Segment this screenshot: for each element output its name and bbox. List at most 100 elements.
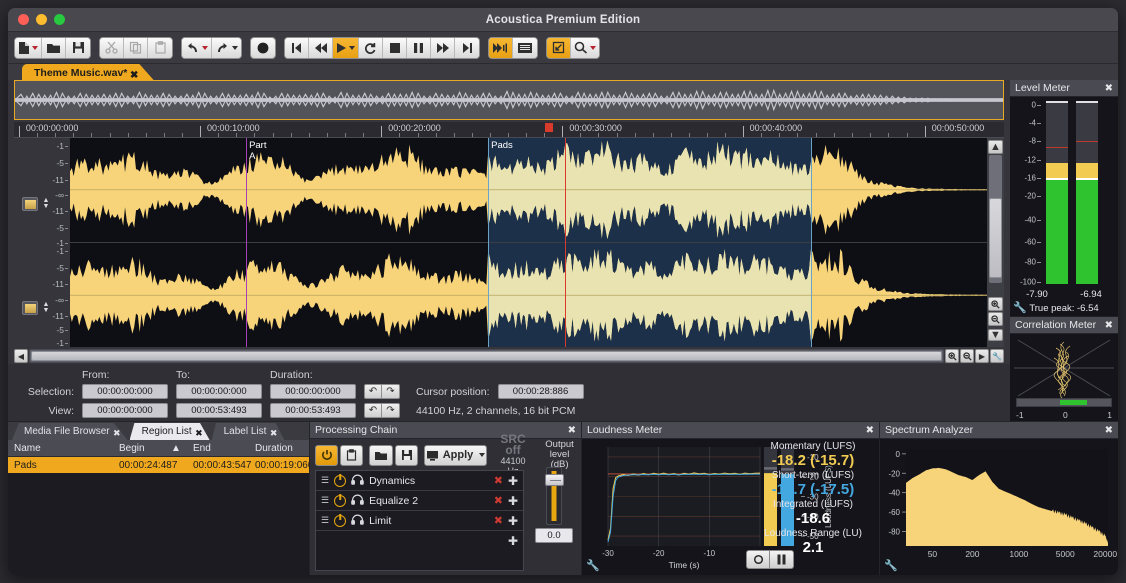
horizontal-scroll-thumb[interactable] bbox=[31, 351, 942, 361]
cursor-position-value[interactable]: 00:00:28:886 bbox=[497, 384, 584, 399]
add-effect-icon[interactable]: ✚ bbox=[508, 494, 518, 508]
tab-label-list[interactable]: Label List ✖ bbox=[211, 423, 285, 440]
view-duration-field[interactable]: 00:00:53:493 bbox=[270, 403, 356, 418]
headphones-icon[interactable] bbox=[351, 494, 364, 508]
scroll-left-button[interactable]: ◀ bbox=[14, 349, 28, 363]
view-redo-button[interactable]: ↷ bbox=[382, 403, 400, 418]
scrub-button[interactable] bbox=[489, 37, 513, 58]
view-from-field[interactable]: 00:00:00:000 bbox=[82, 403, 168, 418]
waveform-zoom-in-button[interactable] bbox=[945, 349, 959, 363]
waveform-settings-wrench-icon[interactable]: 🔧 bbox=[990, 349, 1004, 363]
playhead-handle[interactable] bbox=[544, 123, 553, 132]
level-meter-settings-wrench-icon[interactable]: 🔧 bbox=[1013, 301, 1027, 314]
close-icon[interactable]: ✖ bbox=[270, 425, 278, 440]
loop-button[interactable] bbox=[359, 37, 383, 58]
view-undo-button[interactable]: ↶ bbox=[364, 403, 382, 418]
add-effect-icon[interactable]: ✚ bbox=[508, 514, 518, 528]
close-icon[interactable]: ✖ bbox=[866, 425, 874, 436]
open-file-button[interactable] bbox=[42, 37, 66, 58]
effect-row-limit[interactable]: ☰ Limit ✖ ✚ bbox=[316, 511, 523, 531]
effect-power-icon[interactable] bbox=[334, 494, 347, 507]
close-icon[interactable]: ✖ bbox=[113, 425, 121, 440]
output-level-fader[interactable] bbox=[545, 467, 564, 525]
vertical-scroll-thumb[interactable] bbox=[989, 198, 1002, 278]
close-icon[interactable]: ✖ bbox=[1105, 83, 1113, 94]
column-header-begin[interactable]: Begin bbox=[113, 443, 165, 454]
waveform-zoom-out-vertical-button[interactable] bbox=[988, 312, 1003, 326]
save-file-button[interactable] bbox=[66, 37, 90, 58]
scroll-up-button[interactable]: ▲ bbox=[988, 140, 1003, 154]
chain-clipboard-button[interactable] bbox=[340, 444, 363, 466]
cut-button[interactable] bbox=[100, 37, 124, 58]
undo-button[interactable] bbox=[182, 37, 212, 58]
marker-region-end[interactable] bbox=[810, 138, 812, 347]
effect-row-equalize-2[interactable]: ☰ Equalize 2 ✖ ✚ bbox=[316, 491, 523, 511]
spectrum-settings-wrench-icon[interactable]: 🔧 bbox=[884, 559, 898, 572]
close-icon[interactable]: ✖ bbox=[1105, 425, 1113, 436]
waveform-display[interactable]: Part A Pads bbox=[70, 138, 987, 347]
column-header-end[interactable]: End bbox=[187, 443, 249, 454]
redo-button[interactable] bbox=[212, 37, 241, 58]
drag-handle-icon[interactable]: ☰ bbox=[321, 475, 329, 486]
marker-part-a[interactable]: Part A bbox=[246, 138, 267, 347]
loudness-meter-settings-wrench-icon[interactable]: 🔧 bbox=[586, 559, 600, 572]
remove-effect-icon[interactable]: ✖ bbox=[494, 494, 503, 507]
scroll-down-button[interactable]: ▼ bbox=[988, 329, 1003, 341]
selection-duration-field[interactable]: 00:00:00:000 bbox=[270, 384, 356, 399]
selection-to-field[interactable]: 00:00:00:000 bbox=[176, 384, 262, 399]
playhead[interactable] bbox=[565, 138, 567, 347]
timeline-ruler[interactable]: 00:00:00:000 00:00:10:000 00:00:20:000 0… bbox=[14, 122, 1004, 138]
drag-handle-icon[interactable]: ☰ bbox=[321, 495, 329, 506]
tab-media-file-browser[interactable]: Media File Browser ✖ bbox=[12, 423, 128, 440]
selection-undo-button[interactable]: ↶ bbox=[364, 384, 382, 399]
add-effect-icon[interactable]: ✚ bbox=[508, 534, 518, 548]
spectral-view-button[interactable] bbox=[513, 37, 537, 58]
effect-row-dynamics[interactable]: ☰ Dynamics ✖ ✚ bbox=[316, 471, 523, 491]
loudness-pause-button[interactable] bbox=[770, 550, 794, 569]
new-file-button[interactable] bbox=[15, 37, 42, 58]
pause-button[interactable] bbox=[407, 37, 431, 58]
fast-forward-button[interactable] bbox=[431, 37, 455, 58]
horizontal-scroll-track[interactable] bbox=[29, 349, 944, 363]
paste-button[interactable] bbox=[148, 37, 172, 58]
rewind-button[interactable] bbox=[309, 37, 333, 58]
add-effect-icon[interactable]: ✚ bbox=[508, 474, 518, 488]
view-to-field[interactable]: 00:00:53:493 bbox=[176, 403, 262, 418]
overview-waveform[interactable] bbox=[14, 80, 1004, 120]
vertical-scrollbar[interactable]: ▲ ▼ bbox=[987, 138, 1004, 347]
chain-power-button[interactable] bbox=[315, 444, 338, 466]
effect-power-icon[interactable] bbox=[334, 514, 347, 527]
loudness-reset-button[interactable] bbox=[746, 550, 770, 569]
drag-handle-icon[interactable]: ☰ bbox=[321, 515, 329, 526]
remove-effect-icon[interactable]: ✖ bbox=[494, 474, 503, 487]
effect-row-empty[interactable]: ✚ bbox=[316, 531, 523, 551]
headphones-icon[interactable] bbox=[351, 474, 364, 488]
snap-button[interactable] bbox=[547, 37, 571, 58]
scroll-right-button[interactable]: ▶ bbox=[975, 349, 989, 363]
go-to-end-button[interactable] bbox=[455, 37, 479, 58]
marker-pads[interactable]: Pads bbox=[488, 138, 513, 347]
waveform-zoom-in-vertical-button[interactable] bbox=[988, 297, 1003, 311]
play-button[interactable] bbox=[333, 37, 359, 58]
chain-apply-button[interactable]: Apply bbox=[424, 444, 487, 466]
selection-from-field[interactable]: 00:00:00:000 bbox=[82, 384, 168, 399]
tab-region-list[interactable]: Region List ✖ bbox=[129, 423, 210, 440]
channel-2-button[interactable] bbox=[22, 301, 38, 316]
close-icon[interactable]: ✖ bbox=[568, 425, 576, 436]
go-to-start-button[interactable] bbox=[285, 37, 309, 58]
waveform-zoom-out-button[interactable] bbox=[960, 349, 974, 363]
close-icon[interactable]: ✖ bbox=[1105, 320, 1113, 331]
zoom-tool-button[interactable] bbox=[571, 37, 599, 58]
remove-effect-icon[interactable]: ✖ bbox=[494, 514, 503, 527]
table-row[interactable]: Pads 00:00:24:487 00:00:43:547 00:00:19:… bbox=[8, 457, 313, 473]
region-list-body[interactable]: Pads 00:00:24:487 00:00:43:547 00:00:19:… bbox=[8, 457, 313, 575]
selection-redo-button[interactable]: ↷ bbox=[382, 384, 400, 399]
headphones-icon[interactable] bbox=[351, 514, 364, 528]
stop-button[interactable] bbox=[383, 37, 407, 58]
column-header-duration[interactable]: Duration bbox=[249, 443, 309, 454]
chain-save-button[interactable] bbox=[395, 444, 418, 466]
output-level-value[interactable]: 0.0 bbox=[535, 528, 573, 543]
record-button[interactable] bbox=[251, 37, 275, 58]
column-header-name[interactable]: Name bbox=[8, 443, 113, 454]
channel-1-button[interactable] bbox=[22, 196, 38, 211]
